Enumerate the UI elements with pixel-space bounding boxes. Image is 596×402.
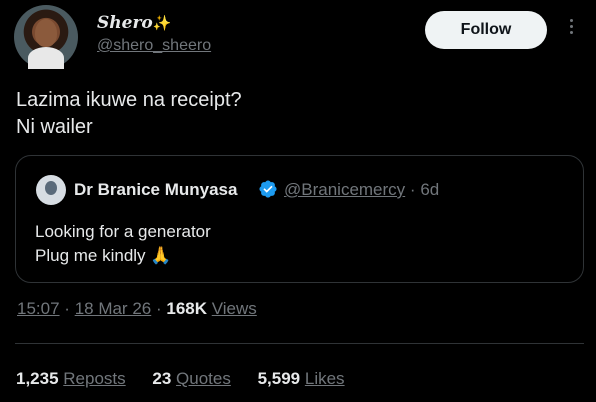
- quoted-tweet-card[interactable]: Dr Branice Munyasa @Branicemercy · 6d Lo…: [15, 155, 584, 283]
- quotes-label: Quotes: [176, 369, 231, 388]
- tweet-time[interactable]: 15:07: [17, 299, 60, 318]
- author-name[interactable]: Shero✨: [97, 13, 171, 33]
- views-count: 168K: [166, 299, 208, 318]
- tweet-line-1: Lazima ikuwe na receipt?: [16, 89, 242, 111]
- reposts-label: Reposts: [63, 369, 126, 388]
- avatar-face: [35, 19, 57, 47]
- author-handle[interactable]: @shero_sheero: [97, 37, 211, 55]
- engagement-stats: 1,235 Reposts 23 Quotes 5,599 Likes: [16, 369, 367, 389]
- likes-label: Likes: [304, 369, 345, 388]
- verified-badge-icon: [259, 180, 277, 198]
- quoted-tweet-text: Looking for a generator Plug me kindly 🙏: [35, 220, 211, 268]
- quoted-line-2: Plug me kindly 🙏: [35, 244, 211, 268]
- quoted-author-handle-line[interactable]: @Branicemercy · 6d: [284, 180, 439, 200]
- author-avatar[interactable]: [14, 5, 78, 69]
- folded-hands-emoji-icon: 🙏: [150, 246, 172, 265]
- quoted-handle[interactable]: @Branicemercy: [284, 180, 405, 199]
- tweet-line-2: Ni wailer: [16, 116, 93, 138]
- tweet-meta: 15:07 · 18 Mar 26 · 168K Views: [17, 299, 257, 319]
- quoted-author-avatar[interactable]: [36, 175, 66, 205]
- views-label[interactable]: Views: [212, 299, 257, 318]
- quoted-age[interactable]: 6d: [420, 180, 439, 199]
- sparkle-emoji-icon: ✨: [152, 14, 172, 32]
- tweet-date[interactable]: 18 Mar 26: [75, 299, 152, 318]
- quoted-author-name[interactable]: Dr Branice Munyasa: [74, 180, 237, 200]
- tweet-text: Lazima ikuwe na receipt? Ni wailer: [16, 87, 242, 141]
- quoted-separator: ·: [409, 180, 416, 199]
- quoted-line-1: Looking for a generator: [35, 222, 211, 241]
- likes-count: 5,599: [257, 369, 301, 388]
- quotes-count: 23: [152, 369, 172, 388]
- author-name-text: Shero: [97, 13, 153, 33]
- quoted-line-2-text: Plug me kindly: [35, 246, 146, 265]
- avatar-body: [28, 47, 64, 69]
- reposts-count: 1,235: [16, 369, 59, 388]
- likes-stat[interactable]: 5,599 Likes: [258, 369, 345, 388]
- divider: [15, 343, 584, 344]
- reposts-stat[interactable]: 1,235 Reposts: [16, 369, 126, 388]
- more-options-icon[interactable]: [566, 17, 576, 41]
- meta-separator-2: ·: [155, 299, 162, 318]
- quotes-stat[interactable]: 23 Quotes: [152, 369, 230, 388]
- follow-button[interactable]: Follow: [425, 11, 547, 49]
- meta-separator-1: ·: [64, 299, 70, 318]
